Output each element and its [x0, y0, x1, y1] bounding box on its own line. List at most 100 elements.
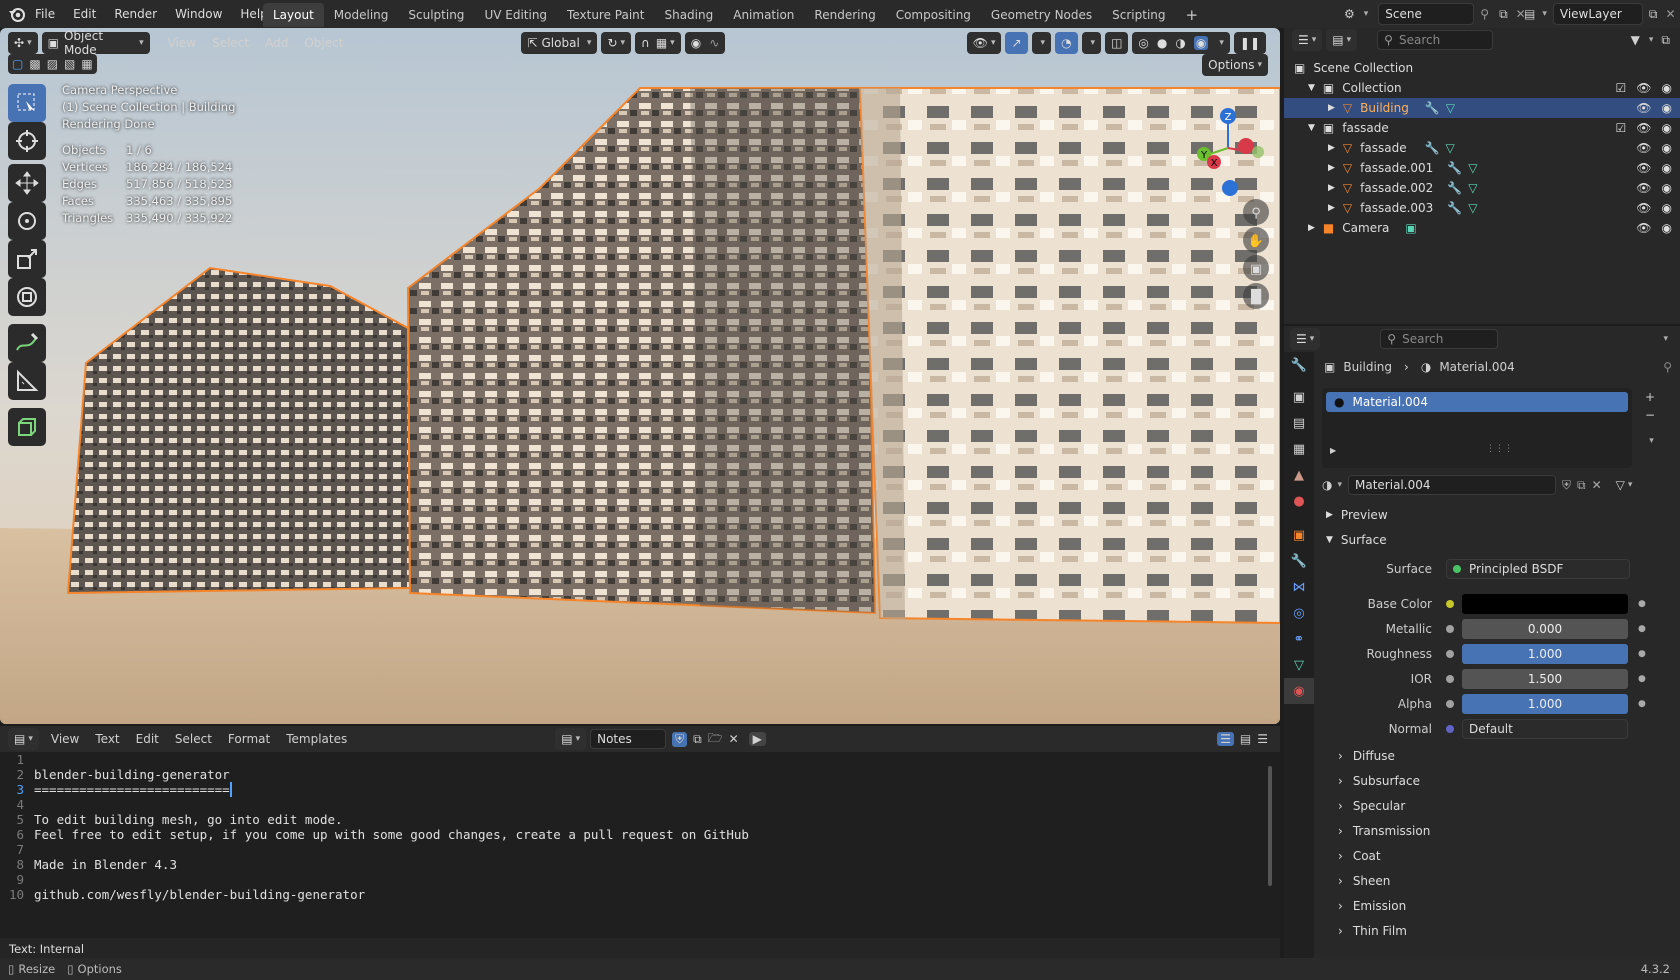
tab-layout[interactable]: Layout — [263, 3, 324, 27]
value-socket-icon[interactable] — [1446, 624, 1454, 633]
camera-render-icon[interactable]: ◉ — [1662, 81, 1672, 95]
gizmo-dropdown[interactable]: ▾ — [1031, 32, 1052, 54]
vector-socket-icon[interactable] — [1446, 724, 1454, 733]
material-name-field[interactable]: Material.004 — [1348, 475, 1557, 495]
coat-subpanel[interactable]: › Coat — [1318, 843, 1680, 868]
unlink-text-icon[interactable]: ✕ — [729, 732, 739, 746]
proportional-edit-toggle[interactable]: ◉ ∿ — [684, 32, 726, 54]
specular-subpanel[interactable]: › Specular — [1318, 793, 1680, 818]
subsurface-subpanel[interactable]: › Subsurface — [1318, 768, 1680, 793]
modifier-wrench-icon[interactable]: 🔧 — [1447, 161, 1462, 175]
mesh-data-icon[interactable]: ▽ — [1446, 141, 1455, 155]
run-script-icon[interactable]: ▶ — [748, 732, 766, 746]
eye-icon[interactable]: 👁 — [1636, 221, 1651, 235]
camera-render-icon[interactable]: ◉ — [1662, 161, 1672, 175]
scale-tool[interactable] — [8, 240, 46, 278]
surface-panel-header[interactable]: ▼ Surface — [1318, 527, 1680, 552]
menu-file[interactable]: File — [26, 7, 64, 21]
menu-edit[interactable]: Edit — [128, 732, 167, 746]
camera-render-icon[interactable]: ◉ — [1662, 181, 1672, 195]
cursor-tool[interactable] — [8, 122, 46, 160]
fassade-row[interactable]: ▶ ▽ fassade 🔧 ▽ 👁 ◉ — [1284, 138, 1680, 158]
wireframe-shading-icon[interactable]: ◎ — [1138, 36, 1148, 50]
particles-tab-icon[interactable]: ⋈ — [1284, 574, 1314, 600]
mesh-data-icon[interactable]: ▽ — [1468, 201, 1477, 215]
options-dropdown[interactable]: Options ▾ — [1202, 54, 1272, 76]
tab-uv-editing[interactable]: UV Editing — [474, 3, 557, 27]
modifier-wrench-icon[interactable]: 🔧 — [1447, 181, 1462, 195]
tab-sculpting[interactable]: Sculpting — [398, 3, 474, 27]
viewlayer-field[interactable]: ViewLayer — [1552, 3, 1643, 25]
alpha-slider[interactable]: 1.000 — [1462, 693, 1628, 714]
menu-view[interactable]: View — [43, 732, 87, 746]
sheen-subpanel[interactable]: › Sheen — [1318, 868, 1680, 893]
chevron-down-icon[interactable]: ▾ — [1219, 38, 1224, 48]
camera-row[interactable]: ▶ ■ Camera ▣ 👁 ◉ — [1284, 218, 1680, 238]
preview-panel-header[interactable]: ▶ Preview — [1318, 502, 1680, 527]
material-slot-item[interactable]: ● Material.004 — [1326, 392, 1628, 412]
tab-compositing[interactable]: Compositing — [886, 3, 981, 27]
keyframe-dot-icon[interactable]: ● — [1638, 674, 1646, 684]
modifiers-tab-icon[interactable]: 🔧 — [1284, 548, 1314, 574]
xray-toggle[interactable]: ◫ — [1105, 32, 1129, 54]
3d-viewport[interactable]: ✣ ▾ ▣ Object Mode ▾ View Select Add Object … — [0, 28, 1280, 724]
scene-selector[interactable]: ⚙ ▾ Scene ⚲ ⧉ ✕ — [1344, 3, 1526, 25]
select-invert-icon[interactable]: ▧ — [64, 57, 75, 71]
editor-type-button[interactable]: ✣ ▾ — [8, 32, 38, 54]
value-socket-icon[interactable] — [1446, 699, 1454, 708]
fassade-collection-row[interactable]: ▼ ▣ fassade ☑ 👁 ◉ — [1284, 118, 1680, 138]
constraints-tab-icon[interactable]: ⚭ — [1284, 626, 1314, 652]
tab-rendering[interactable]: Rendering — [804, 3, 885, 27]
rendered-shading-icon[interactable]: ◉ — [1193, 36, 1209, 50]
measure-tool[interactable] — [8, 362, 46, 400]
keyframe-dot-icon[interactable]: ● — [1638, 699, 1646, 709]
editor-type-button[interactable]: ☰ ▾ — [1290, 328, 1321, 350]
eye-icon[interactable]: 👁 — [1636, 181, 1651, 195]
duplicate-text-icon[interactable]: ⧉ — [693, 732, 702, 747]
remove-slot-icon[interactable]: − — [1645, 408, 1655, 422]
link-type-icon[interactable]: ▽ — [1616, 478, 1625, 492]
mesh-data-icon[interactable]: ▽ — [1446, 101, 1455, 115]
orientation-dropdown[interactable]: ⇱ Global ▾ — [521, 32, 598, 54]
line-numbers-icon[interactable]: ☰ — [1217, 732, 1234, 746]
delete-viewlayer-icon[interactable]: ✕ — [1665, 7, 1675, 21]
keyframe-dot-icon[interactable]: ● — [1638, 599, 1646, 609]
camera-render-icon[interactable]: ◉ — [1662, 221, 1672, 235]
value-socket-icon[interactable] — [1446, 674, 1454, 683]
fake-user-shield-icon[interactable]: ⛨ — [1562, 478, 1571, 493]
visibility-dropdown[interactable]: 👁 ▾ — [966, 32, 1002, 54]
unlink-material-icon[interactable]: ✕ — [1592, 478, 1602, 492]
add-cube-tool[interactable] — [8, 408, 46, 446]
select-new-icon[interactable]: ▢ — [12, 57, 23, 71]
new-viewlayer-icon[interactable]: ⧉ — [1649, 7, 1658, 22]
collection-row[interactable]: ▼ ▣ Collection ☑ 👁 ◉ — [1284, 78, 1680, 98]
annotate-tool[interactable] — [8, 324, 46, 362]
pivot-dropdown[interactable]: ↻ ▾ — [601, 32, 632, 54]
eye-icon[interactable]: 👁 — [1636, 121, 1651, 135]
menu-object[interactable]: Object — [296, 36, 351, 50]
outliner-search[interactable]: ⚲ Search — [1377, 30, 1494, 50]
fassade-003-row[interactable]: ▶ ▽ fassade.003 🔧 ▽ 👁 ◉ — [1284, 198, 1680, 218]
eye-icon[interactable]: 👁 — [1636, 101, 1651, 115]
surface-shader-dropdown[interactable]: Principled BSDF — [1446, 558, 1630, 579]
scene-field[interactable]: Scene — [1378, 3, 1475, 25]
word-wrap-icon[interactable]: ▤ — [1240, 732, 1251, 746]
eye-icon[interactable]: 👁 — [1636, 201, 1651, 215]
menu-edit[interactable]: Edit — [64, 7, 105, 21]
camera-render-icon[interactable]: ◉ — [1662, 121, 1672, 135]
menu-format[interactable]: Format — [220, 732, 278, 746]
scene-tab-icon[interactable]: ▲ — [1284, 462, 1314, 488]
rotate-tool[interactable] — [8, 202, 46, 240]
snap-toggle[interactable]: ∩ ▦ ▾ — [635, 32, 681, 54]
menu-render[interactable]: Render — [105, 7, 166, 21]
eye-icon[interactable]: 👁 — [1636, 81, 1651, 95]
chevron-down-icon[interactable]: ▾ — [1663, 334, 1668, 344]
select-box-tool[interactable] — [8, 84, 46, 122]
fassade-001-row[interactable]: ▶ ▽ fassade.001 🔧 ▽ 👁 ◉ — [1284, 158, 1680, 178]
modifier-wrench-icon[interactable]: 🔧 — [1425, 101, 1440, 115]
editor-type-button[interactable]: ▤ ▾ — [8, 728, 39, 750]
menu-add[interactable]: Add — [257, 36, 296, 50]
world-tab-icon[interactable]: ● — [1284, 488, 1314, 514]
text-name-field[interactable]: Notes — [590, 729, 667, 749]
tool-tab-icon[interactable]: 🔧 — [1284, 352, 1314, 378]
